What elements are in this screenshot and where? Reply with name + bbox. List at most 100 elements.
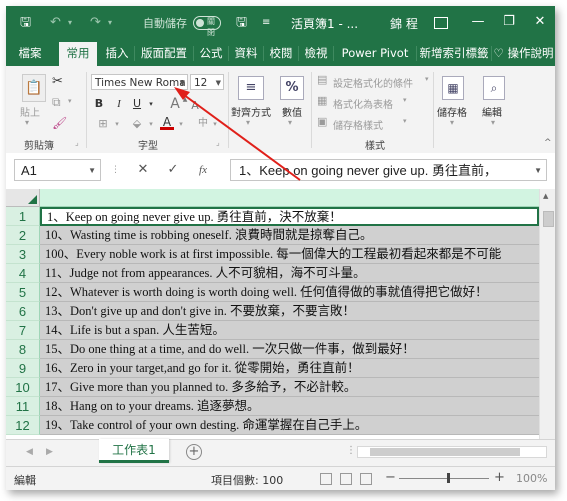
tab-data[interactable]: 資料: [229, 40, 263, 66]
vertical-scrollbar[interactable]: ▲: [539, 189, 555, 439]
formula-input[interactable]: 1、Keep on going never give up. 勇往直前， ▼: [230, 159, 547, 181]
cell-styles-dropdown-icon[interactable]: ▾: [403, 117, 407, 125]
cancel-button[interactable]: ✕: [134, 161, 152, 179]
add-sheet-button[interactable]: +: [186, 444, 202, 460]
row-header[interactable]: 12: [6, 416, 40, 435]
paste-icon[interactable]: 📋: [22, 74, 46, 102]
scroll-up-icon[interactable]: ▲: [543, 192, 548, 200]
expand-formula-icon[interactable]: ▼: [532, 160, 542, 180]
copy-icon[interactable]: ⧉: [52, 95, 61, 110]
table-row[interactable]: 17、Give more than you planned to. 多多給予，不…: [40, 378, 539, 397]
zoom-slider[interactable]: [399, 478, 489, 479]
font-launcher-icon[interactable]: ⌟: [216, 138, 220, 147]
row-header[interactable]: 2: [6, 226, 40, 245]
tab-formulas[interactable]: 公式: [194, 40, 228, 66]
customize-toolbar-icon[interactable]: ≡: [262, 14, 270, 32]
page-layout-view-icon[interactable]: [340, 473, 352, 485]
autosave-toggle[interactable]: 關閉: [193, 16, 221, 37]
underline-dropdown-icon[interactable]: ▾: [144, 97, 158, 111]
insert-function-button[interactable]: fx: [194, 161, 212, 179]
account-name[interactable]: 錦 程: [390, 15, 418, 32]
paste-dropdown-icon[interactable]: ▾: [25, 118, 29, 127]
italic-button[interactable]: I: [112, 97, 126, 111]
table-row[interactable]: 14、Life is but a span. 人生苦短。: [40, 321, 539, 340]
clipboard-launcher-icon[interactable]: ⌟: [75, 138, 79, 147]
row-header[interactable]: 1: [6, 207, 40, 226]
column-header-a[interactable]: [40, 189, 539, 207]
conditional-format-button[interactable]: 設定格式化的條件: [333, 75, 413, 90]
quick-access-save-icon[interactable]: 🖫: [236, 14, 247, 32]
undo-icon[interactable]: ↶: [50, 14, 61, 32]
select-all-button[interactable]: [6, 189, 40, 207]
tab-file[interactable]: 檔案: [8, 40, 52, 66]
cells-icon[interactable]: ▦: [442, 76, 464, 100]
undo-dropdown-icon[interactable]: ▾: [68, 14, 72, 32]
border-dropdown-icon[interactable]: ▾: [110, 117, 124, 131]
table-row[interactable]: 100、Every noble work is at first impossi…: [40, 245, 539, 264]
number-dropdown-icon[interactable]: ▾: [288, 118, 292, 127]
sheet-tab-sheet1[interactable]: 工作表1: [99, 439, 169, 463]
redo-icon[interactable]: ↷: [90, 14, 101, 32]
table-row[interactable]: 12、Whatever is worth doing is worth doin…: [40, 283, 539, 302]
cells-dropdown-icon[interactable]: ▾: [450, 118, 454, 127]
row-header[interactable]: 9: [6, 359, 40, 378]
tab-page-layout[interactable]: 版面配置: [135, 40, 193, 66]
tab-view[interactable]: 檢視: [299, 40, 333, 66]
phonetic-dropdown-icon[interactable]: ▾: [208, 117, 222, 131]
enter-button[interactable]: ✓: [164, 161, 182, 179]
alignment-label[interactable]: 對齊方式: [231, 104, 271, 119]
bold-button[interactable]: B: [92, 97, 106, 111]
font-shrink-icon[interactable]: A: [188, 99, 202, 113]
collapse-ribbon-icon[interactable]: ^: [544, 138, 552, 148]
cell-styles-button[interactable]: 儲存格樣式: [333, 117, 383, 132]
save-icon[interactable]: 🖫: [20, 14, 31, 32]
zoom-out-button[interactable]: −: [385, 470, 396, 485]
name-box[interactable]: A1 ▼: [14, 159, 101, 181]
alignment-dropdown-icon[interactable]: ▾: [246, 118, 250, 127]
row-header[interactable]: 7: [6, 321, 40, 340]
row-header[interactable]: 5: [6, 283, 40, 302]
format-painter-icon[interactable]: 🖌: [52, 116, 67, 130]
font-size-combo[interactable]: 12 ▼: [190, 74, 224, 90]
tab-power-pivot[interactable]: Power Pivot: [334, 40, 416, 66]
alignment-icon[interactable]: ≡: [238, 76, 264, 100]
table-row[interactable]: 13、Don't give up and don't give in. 不要放棄…: [40, 302, 539, 321]
horizontal-scroll-thumb[interactable]: [370, 448, 520, 456]
format-as-table-button[interactable]: 格式化為表格: [333, 96, 393, 111]
tab-new-tab[interactable]: 新增索引標籤: [417, 40, 491, 66]
cut-icon[interactable]: ✂: [52, 74, 63, 89]
tab-tell-me[interactable]: ♡ 操作說明: [492, 40, 555, 66]
tab-insert[interactable]: 插入: [99, 40, 135, 66]
tab-review[interactable]: 校閱: [264, 40, 298, 66]
editing-dropdown-icon[interactable]: ▾: [491, 118, 495, 127]
ribbon-display-icon[interactable]: [434, 17, 448, 29]
fill-color-icon[interactable]: ⬙: [130, 117, 144, 131]
cells-label[interactable]: 儲存格: [437, 104, 467, 119]
border-icon[interactable]: ⊞: [96, 117, 110, 131]
row-header[interactable]: 3: [6, 245, 40, 264]
zoom-level[interactable]: 100%: [516, 472, 547, 485]
percent-button[interactable]: %: [280, 76, 304, 100]
copy-dropdown-icon[interactable]: ▾: [68, 97, 72, 105]
row-header[interactable]: 4: [6, 264, 40, 283]
close-icon[interactable]: ✕: [532, 15, 548, 29]
row-header[interactable]: 6: [6, 302, 40, 321]
horizontal-scrollbar[interactable]: [357, 446, 547, 458]
restore-icon[interactable]: ❐: [501, 15, 517, 29]
search-icon[interactable]: ⌕: [483, 76, 505, 100]
table-row[interactable]: 1、Keep on going never give up. 勇往直前，決不放棄…: [40, 207, 539, 226]
zoom-slider-knob[interactable]: [447, 473, 450, 483]
row-header[interactable]: 11: [6, 397, 40, 416]
font-name-combo[interactable]: Times New Roma ▼: [91, 74, 188, 90]
next-sheet-icon[interactable]: ▶: [46, 447, 53, 457]
paste-label[interactable]: 貼上: [20, 104, 40, 119]
table-format-dropdown-icon[interactable]: ▾: [403, 96, 407, 104]
table-row[interactable]: 15、Do one thing at a time, and do well. …: [40, 340, 539, 359]
normal-view-icon[interactable]: [320, 473, 332, 485]
table-row[interactable]: 16、Zero in your target,and go for it. 從零…: [40, 359, 539, 378]
fill-color-dropdown-icon[interactable]: ▾: [144, 117, 158, 131]
zoom-in-button[interactable]: +: [494, 470, 505, 485]
prev-sheet-icon[interactable]: ◀: [26, 447, 33, 457]
table-row[interactable]: 19、Take control of your own desting. 命運掌…: [40, 416, 539, 435]
table-row[interactable]: 10、Wasting time is robbing oneself. 浪費時間…: [40, 226, 539, 245]
